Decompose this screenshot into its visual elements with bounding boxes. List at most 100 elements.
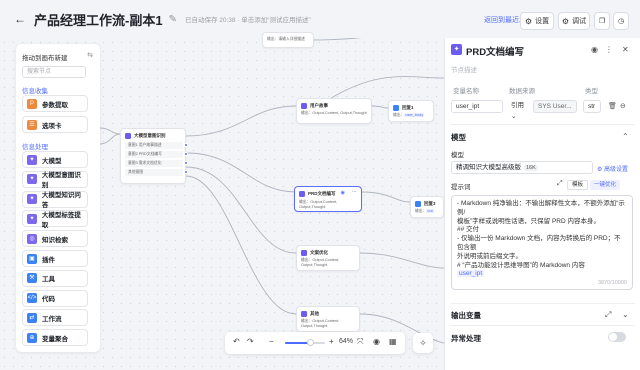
node-title: 其他 (310, 311, 319, 316)
edit-icon[interactable]: ✎ (169, 14, 177, 25)
lightbulb-icon[interactable]: ✧ (413, 333, 433, 353)
zoom-out-icon[interactable]: − (269, 337, 274, 346)
llm-icon (301, 311, 307, 317)
add-icon[interactable]: ⊖ (620, 102, 626, 110)
undo-icon[interactable]: ↶ (233, 337, 240, 346)
exception-toggle[interactable] (608, 332, 626, 342)
node-library-item[interactable]: ✦ 大模型意图识别 (22, 170, 88, 189)
node-library-item[interactable]: P 参数提取 (22, 95, 88, 112)
node-library-item[interactable]: ✦ 大模型 (22, 151, 88, 168)
node-output: 输出：user_body (393, 113, 425, 117)
prompt-line: - Markdown 纯净输出：不输出解释性文本，不额外添加“示例/ (457, 200, 625, 216)
template-button[interactable]: 模板 (567, 180, 589, 190)
fit-view-icon[interactable]: ⤧ (357, 337, 363, 347)
history-button[interactable]: ◷ (613, 12, 629, 30)
node-intent[interactable]: 大模型意图识别 意图1 用户故事描述 意图2 PRD文档编写 意图3 需求文档优… (120, 128, 188, 184)
ref-select[interactable]: 引用 ⌄ (507, 100, 531, 120)
node-library-label: 代码 (42, 296, 55, 304)
node-reply3[interactable]: 回复3 输出：out (410, 196, 444, 218)
prompt-line: 模板”字样或说明性话语，只保留 PRD 内容本身。 (457, 217, 600, 225)
llm-icon (301, 103, 307, 109)
col-header-name: 变量名称 (453, 88, 479, 95)
copy-button[interactable]: ❐ (594, 12, 610, 30)
zoom-in-icon[interactable]: + (329, 337, 334, 346)
node-library-item[interactable]: ☰ 选项卡 (22, 116, 88, 133)
node-title: PRD文档编写 (308, 191, 336, 196)
node-library-label: 大模型知识问答 (41, 192, 81, 210)
node-title: 用户故事 (310, 103, 328, 108)
node-prd-selected[interactable]: PRD文档编写 ◉ ⋯ 输出：Output,Content, Output,Th… (294, 186, 362, 212)
node-output: 输出：请输入详细描述 (267, 37, 305, 41)
node-library-item[interactable]: ⇄ 工作流 (22, 309, 88, 327)
expand-icon[interactable]: ⤢ (605, 310, 611, 320)
node-reply1[interactable]: 回复1 输出：user_body (388, 100, 434, 122)
settings-button[interactable]: ⚙ 设置 (520, 12, 554, 30)
zoom-level: 64% (339, 338, 354, 345)
node-type-icon: P (27, 98, 37, 109)
intent-row: 意图1 用户故事描述 (125, 142, 183, 149)
llm-icon (125, 133, 131, 139)
var-source-select[interactable]: SYS User... (533, 100, 577, 113)
divider (451, 124, 635, 125)
node-type-icon: ⚒ (27, 273, 37, 284)
model-label: 模型 (451, 152, 464, 159)
save-status: 已自动保存 20:38 · 单击添加“测试应用描述” (184, 17, 311, 24)
port[interactable] (184, 143, 188, 147)
llm-icon (299, 191, 305, 197)
one-click-optimize-button[interactable]: 一键优化 (590, 180, 621, 190)
node-type-icon: ⇄ (27, 312, 37, 323)
port[interactable] (184, 152, 188, 156)
app-title: 产品经理工作流-副本1 (34, 12, 163, 28)
more-icon[interactable]: ⋮ (605, 45, 613, 54)
model-select[interactable]: 精调知识大模型高级版 16K (451, 161, 593, 174)
node-output: 输出：Output,Content, Output,Thought (301, 111, 367, 115)
node-type-icon: </> (27, 293, 37, 304)
prompt-line: - 仅输出一份 Markdown 文档，内容为转换后的 PRD；不包含额 (457, 235, 621, 251)
debug-icon: ⚙ (561, 16, 570, 26)
node-library-item[interactable]: </> 代码 (22, 289, 88, 307)
var-name-field[interactable]: user_ipt (451, 100, 503, 113)
node-library-item[interactable]: ⚒ 工具 (22, 269, 88, 287)
collapse-icon[interactable]: ⇆ (87, 51, 93, 59)
chevron-up-icon[interactable]: ⌃ (622, 132, 629, 141)
node-type-icon: ⊕ (27, 332, 37, 343)
delete-icon[interactable]: 🗑 (608, 102, 617, 110)
expand-icon[interactable]: ⤢ (557, 180, 563, 188)
node-library-item[interactable]: ✦ 大模型知识问答 (22, 190, 88, 210)
node-library-item[interactable]: ✦ 大模型标签提取 (22, 210, 88, 229)
col-header-type: 类型 (585, 88, 598, 95)
port[interactable] (184, 161, 188, 165)
copy-icon: ❐ (598, 18, 606, 25)
gear-icon: ⚙ (524, 16, 533, 26)
preview-icon[interactable]: ◉ (373, 337, 380, 346)
advanced-settings-link[interactable]: ⚙ 高级设置 (597, 164, 628, 173)
node-output: 输出：out (415, 209, 434, 213)
more-icon[interactable]: ⋯ (352, 189, 357, 195)
node-library-item[interactable]: ◎ 知识检索 (22, 230, 88, 248)
node-description-input[interactable]: 节点描述 (451, 64, 477, 74)
debug-button[interactable]: ⚙ 调试 (558, 12, 590, 30)
port[interactable] (184, 170, 188, 174)
node-other[interactable]: 其他 输出：Output,Content, Output,Thought (296, 306, 360, 332)
zoom-slider[interactable] (285, 339, 325, 346)
node-output: 输出：Output,Content, Output,Thought (299, 200, 338, 209)
layout-icon[interactable]: ▦ (389, 337, 397, 346)
model-section-title: 模型 (451, 133, 466, 142)
close-icon[interactable]: ✕ (622, 45, 629, 54)
back-arrow-icon[interactable]: ← (14, 12, 30, 26)
node-output: 输出：Output,Content, Output,Thought (301, 258, 340, 267)
play-icon[interactable]: ◉ (341, 190, 345, 196)
redo-icon[interactable]: ↷ (247, 337, 254, 346)
node-library-item[interactable]: ▣ 插件 (22, 250, 88, 267)
reply-icon (393, 105, 399, 111)
var-type-select[interactable]: str (583, 100, 601, 113)
run-icon[interactable]: ◉ (591, 45, 598, 54)
node-search-input[interactable]: 搜索节点 (22, 66, 86, 78)
node-top-partial[interactable]: 输出：请输入详细描述 (262, 32, 314, 48)
chevron-down-icon[interactable]: ⌄ (622, 310, 629, 319)
node-library-item[interactable]: ⊕ 变量聚合 (22, 329, 88, 347)
prompt-editor[interactable]: - Markdown 纯净输出：不输出解释性文本，不额外添加“示例/ 模板”字样… (451, 195, 633, 290)
node-user-story[interactable]: 用户故事 输出：Output,Content, Output,Thought (296, 98, 372, 124)
node-config-panel: ✦ PRD文档编写 ◉ ⋮ ✕ 节点描述 变量名称 数据来源 类型 user_i… (444, 38, 640, 370)
node-doc-optimize[interactable]: 文案优化 输出：Output,Content, Output,Thought (296, 245, 360, 271)
